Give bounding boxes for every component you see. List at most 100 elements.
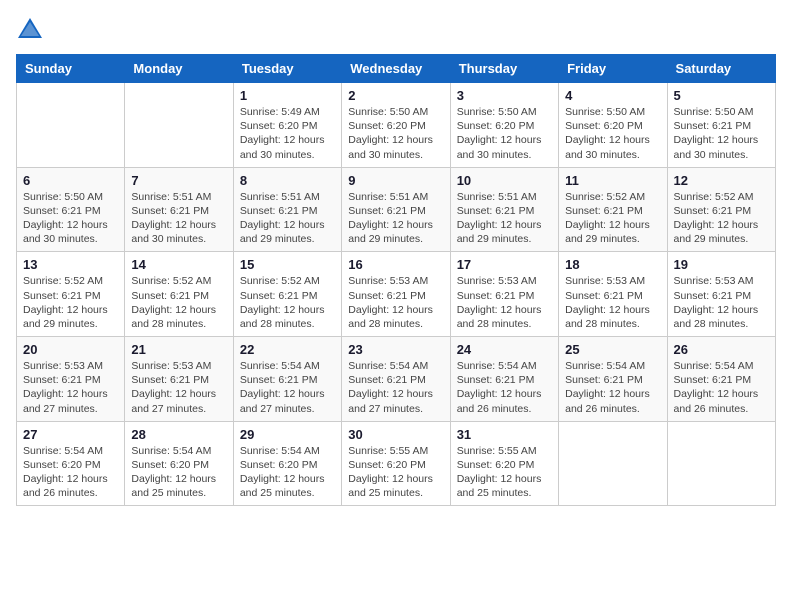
day-number: 9 — [348, 173, 443, 188]
calendar-cell: 30 Sunrise: 5:55 AM Sunset: 6:20 PM Dayli… — [342, 421, 450, 506]
day-info: Sunrise: 5:52 AM Sunset: 6:21 PM Dayligh… — [240, 274, 335, 331]
week-row-1: 1 Sunrise: 5:49 AM Sunset: 6:20 PM Daylig… — [17, 83, 776, 168]
day-info: Sunrise: 5:53 AM Sunset: 6:21 PM Dayligh… — [565, 274, 660, 331]
logo — [16, 16, 48, 44]
day-number: 14 — [131, 257, 226, 272]
header — [16, 16, 776, 44]
day-number: 5 — [674, 88, 769, 103]
calendar-cell: 20 Sunrise: 5:53 AM Sunset: 6:21 PM Dayli… — [17, 337, 125, 422]
day-info: Sunrise: 5:54 AM Sunset: 6:21 PM Dayligh… — [565, 359, 660, 416]
calendar-cell — [559, 421, 667, 506]
day-info: Sunrise: 5:54 AM Sunset: 6:21 PM Dayligh… — [674, 359, 769, 416]
day-info: Sunrise: 5:51 AM Sunset: 6:21 PM Dayligh… — [348, 190, 443, 247]
day-info: Sunrise: 5:51 AM Sunset: 6:21 PM Dayligh… — [131, 190, 226, 247]
day-info: Sunrise: 5:52 AM Sunset: 6:21 PM Dayligh… — [674, 190, 769, 247]
day-number: 21 — [131, 342, 226, 357]
column-header-saturday: Saturday — [667, 55, 775, 83]
day-number: 11 — [565, 173, 660, 188]
column-header-tuesday: Tuesday — [233, 55, 341, 83]
day-info: Sunrise: 5:54 AM Sunset: 6:21 PM Dayligh… — [348, 359, 443, 416]
calendar-cell: 6Sunrise: 5:50 AM Sunset: 6:21 PM Daylig… — [17, 167, 125, 252]
day-number: 4 — [565, 88, 660, 103]
calendar-cell: 26 Sunrise: 5:54 AM Sunset: 6:21 PM Dayli… — [667, 337, 775, 422]
calendar-cell: 19 Sunrise: 5:53 AM Sunset: 6:21 PM Dayli… — [667, 252, 775, 337]
day-number: 7 — [131, 173, 226, 188]
day-info: Sunrise: 5:53 AM Sunset: 6:21 PM Dayligh… — [23, 359, 118, 416]
day-info: Sunrise: 5:52 AM Sunset: 6:21 PM Dayligh… — [23, 274, 118, 331]
day-number: 2 — [348, 88, 443, 103]
day-info: Sunrise: 5:53 AM Sunset: 6:21 PM Dayligh… — [674, 274, 769, 331]
column-header-wednesday: Wednesday — [342, 55, 450, 83]
calendar-cell: 5 Sunrise: 5:50 AM Sunset: 6:21 PM Daylig… — [667, 83, 775, 168]
day-info: Sunrise: 5:53 AM Sunset: 6:21 PM Dayligh… — [131, 359, 226, 416]
calendar-cell: 2 Sunrise: 5:50 AM Sunset: 6:20 PM Daylig… — [342, 83, 450, 168]
calendar-cell: 10Sunrise: 5:51 AM Sunset: 6:21 PM Dayli… — [450, 167, 558, 252]
day-info: Sunrise: 5:53 AM Sunset: 6:21 PM Dayligh… — [348, 274, 443, 331]
day-number: 28 — [131, 427, 226, 442]
day-number: 22 — [240, 342, 335, 357]
calendar-cell: 16 Sunrise: 5:53 AM Sunset: 6:21 PM Dayli… — [342, 252, 450, 337]
day-number: 10 — [457, 173, 552, 188]
calendar-cell: 9 Sunrise: 5:51 AM Sunset: 6:21 PM Daylig… — [342, 167, 450, 252]
day-info: Sunrise: 5:50 AM Sunset: 6:20 PM Dayligh… — [565, 105, 660, 162]
day-number: 27 — [23, 427, 118, 442]
day-number: 26 — [674, 342, 769, 357]
day-number: 31 — [457, 427, 552, 442]
day-number: 29 — [240, 427, 335, 442]
calendar-cell: 8 Sunrise: 5:51 AM Sunset: 6:21 PM Daylig… — [233, 167, 341, 252]
day-number: 12 — [674, 173, 769, 188]
day-number: 23 — [348, 342, 443, 357]
day-number: 30 — [348, 427, 443, 442]
week-row-5: 27 Sunrise: 5:54 AM Sunset: 6:20 PM Dayli… — [17, 421, 776, 506]
calendar-cell: 4 Sunrise: 5:50 AM Sunset: 6:20 PM Daylig… — [559, 83, 667, 168]
calendar-cell — [17, 83, 125, 168]
calendar-table: SundayMondayTuesdayWednesdayThursdayFrid… — [16, 54, 776, 506]
calendar-cell: 21 Sunrise: 5:53 AM Sunset: 6:21 PM Dayli… — [125, 337, 233, 422]
column-header-thursday: Thursday — [450, 55, 558, 83]
calendar-cell — [667, 421, 775, 506]
day-number: 13 — [23, 257, 118, 272]
day-info: Sunrise: 5:55 AM Sunset: 6:20 PM Dayligh… — [348, 444, 443, 501]
day-number: 17 — [457, 257, 552, 272]
calendar-cell: 25 Sunrise: 5:54 AM Sunset: 6:21 PM Dayli… — [559, 337, 667, 422]
calendar-cell: 13 Sunrise: 5:52 AM Sunset: 6:21 PM Dayli… — [17, 252, 125, 337]
calendar-cell: 27 Sunrise: 5:54 AM Sunset: 6:20 PM Dayli… — [17, 421, 125, 506]
calendar-cell: 3 Sunrise: 5:50 AM Sunset: 6:20 PM Daylig… — [450, 83, 558, 168]
calendar-cell: 15Sunrise: 5:52 AM Sunset: 6:21 PM Dayli… — [233, 252, 341, 337]
day-info: Sunrise: 5:50 AM Sunset: 6:20 PM Dayligh… — [348, 105, 443, 162]
day-number: 25 — [565, 342, 660, 357]
day-info: Sunrise: 5:51 AM Sunset: 6:21 PM Dayligh… — [240, 190, 335, 247]
day-info: Sunrise: 5:54 AM Sunset: 6:20 PM Dayligh… — [23, 444, 118, 501]
day-info: Sunrise: 5:49 AM Sunset: 6:20 PM Dayligh… — [240, 105, 335, 162]
day-number: 6 — [23, 173, 118, 188]
week-row-3: 13 Sunrise: 5:52 AM Sunset: 6:21 PM Dayli… — [17, 252, 776, 337]
day-info: Sunrise: 5:50 AM Sunset: 6:20 PM Dayligh… — [457, 105, 552, 162]
calendar-cell: 14Sunrise: 5:52 AM Sunset: 6:21 PM Dayli… — [125, 252, 233, 337]
day-info: Sunrise: 5:54 AM Sunset: 6:20 PM Dayligh… — [240, 444, 335, 501]
day-number: 1 — [240, 88, 335, 103]
calendar-cell: 11Sunrise: 5:52 AM Sunset: 6:21 PM Dayli… — [559, 167, 667, 252]
calendar-cell: 1 Sunrise: 5:49 AM Sunset: 6:20 PM Daylig… — [233, 83, 341, 168]
calendar-cell: 17 Sunrise: 5:53 AM Sunset: 6:21 PM Dayli… — [450, 252, 558, 337]
calendar-cell: 7 Sunrise: 5:51 AM Sunset: 6:21 PM Daylig… — [125, 167, 233, 252]
logo-icon — [16, 16, 44, 44]
calendar-cell — [125, 83, 233, 168]
week-row-2: 6Sunrise: 5:50 AM Sunset: 6:21 PM Daylig… — [17, 167, 776, 252]
day-info: Sunrise: 5:53 AM Sunset: 6:21 PM Dayligh… — [457, 274, 552, 331]
day-info: Sunrise: 5:54 AM Sunset: 6:21 PM Dayligh… — [457, 359, 552, 416]
calendar-cell: 12 Sunrise: 5:52 AM Sunset: 6:21 PM Dayli… — [667, 167, 775, 252]
day-number: 16 — [348, 257, 443, 272]
day-info: Sunrise: 5:50 AM Sunset: 6:21 PM Dayligh… — [674, 105, 769, 162]
day-number: 8 — [240, 173, 335, 188]
week-row-4: 20 Sunrise: 5:53 AM Sunset: 6:21 PM Dayli… — [17, 337, 776, 422]
calendar-cell: 22Sunrise: 5:54 AM Sunset: 6:21 PM Dayli… — [233, 337, 341, 422]
column-header-friday: Friday — [559, 55, 667, 83]
day-number: 20 — [23, 342, 118, 357]
calendar-cell: 28 Sunrise: 5:54 AM Sunset: 6:20 PM Dayli… — [125, 421, 233, 506]
day-number: 19 — [674, 257, 769, 272]
column-header-sunday: Sunday — [17, 55, 125, 83]
day-info: Sunrise: 5:54 AM Sunset: 6:20 PM Dayligh… — [131, 444, 226, 501]
day-number: 24 — [457, 342, 552, 357]
day-number: 3 — [457, 88, 552, 103]
calendar-cell: 31Sunrise: 5:55 AM Sunset: 6:20 PM Dayli… — [450, 421, 558, 506]
